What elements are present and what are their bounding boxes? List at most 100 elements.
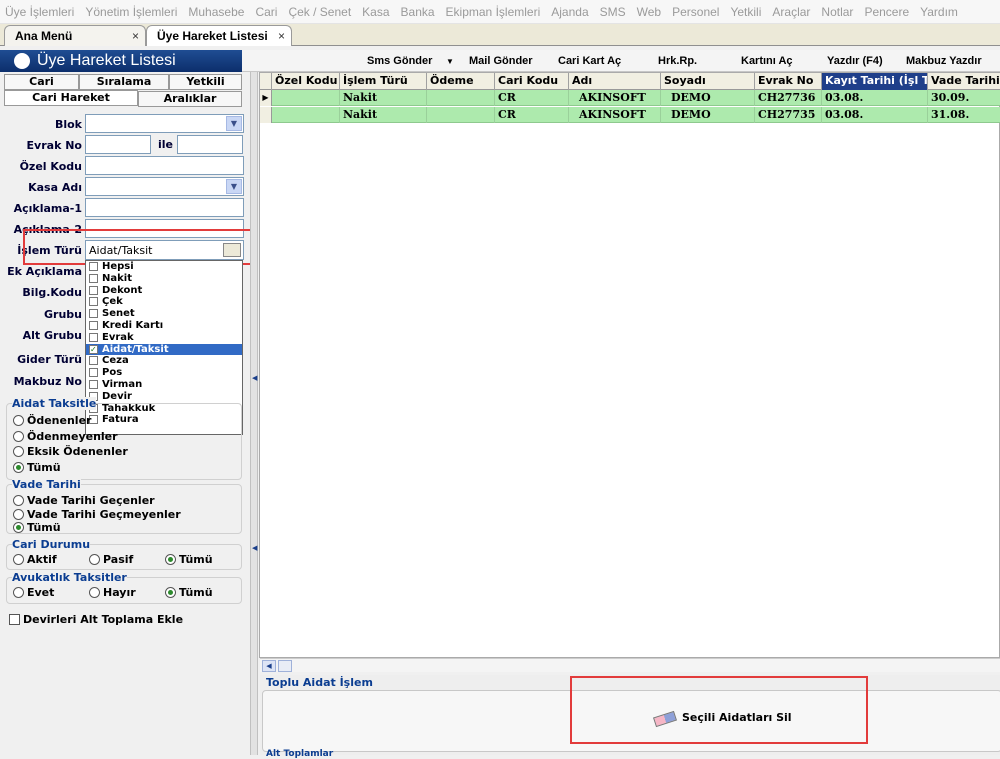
mail-gonder-button[interactable]: Mail Gönder xyxy=(469,55,533,67)
column-header-selected[interactable]: Kayıt Tarihi (İşl Tar) xyxy=(822,73,928,90)
radio-icon[interactable] xyxy=(13,587,24,598)
radio-icon[interactable] xyxy=(89,587,100,598)
table-cell[interactable] xyxy=(427,90,495,106)
column-header[interactable]: Evrak No xyxy=(755,73,822,90)
menu-ajanda[interactable]: Ajanda xyxy=(551,5,588,19)
radio-icon[interactable] xyxy=(165,587,176,598)
radio-vade-gecenler[interactable]: Vade Tarihi Geçenler xyxy=(13,494,155,507)
close-icon[interactable]: × xyxy=(132,29,139,43)
scroll-left-icon[interactable]: ◀ xyxy=(262,660,276,672)
table-cell[interactable]: 03.08. xyxy=(822,107,928,123)
ozel-kodu-input[interactable] xyxy=(85,156,244,175)
panel-splitter[interactable]: ◀ ◀ xyxy=(250,72,258,755)
list-item-selected[interactable]: ✓ Aidat/Taksit xyxy=(86,343,242,356)
column-header[interactable]: Adı xyxy=(569,73,661,90)
list-item[interactable]: Virman xyxy=(86,379,242,391)
table-cell[interactable]: Nakit xyxy=(340,90,427,106)
checkbox-icon[interactable] xyxy=(89,262,98,271)
list-item[interactable]: Pos xyxy=(86,367,242,379)
radio-icon[interactable] xyxy=(89,554,100,565)
tab-cari[interactable]: Cari xyxy=(4,74,79,90)
checkbox-icon[interactable] xyxy=(9,614,20,625)
menu-muhasebe[interactable]: Muhasebe xyxy=(188,5,244,19)
blok-select[interactable]: ▼ xyxy=(85,114,244,133)
column-header[interactable]: Vade Tarihi xyxy=(928,73,1000,90)
table-cell[interactable]: CH27735 xyxy=(755,107,822,123)
checkbox-icon[interactable] xyxy=(89,309,98,319)
radio-aktif[interactable]: Aktif xyxy=(13,553,57,566)
list-item[interactable]: Nakit xyxy=(86,273,242,285)
sms-gonder-button[interactable]: Sms Gönder xyxy=(367,55,432,67)
table-row[interactable]: Nakit CR AKINSOFT DEMO CH27735 03.08. 31… xyxy=(260,107,1000,123)
radio-tumu[interactable]: Tümü xyxy=(165,586,213,599)
list-item[interactable]: Hepsi xyxy=(86,261,242,273)
tab-yetkili[interactable]: Yetkili xyxy=(169,74,242,90)
close-icon[interactable]: × xyxy=(278,29,285,43)
column-header[interactable]: Ödeme xyxy=(427,73,495,90)
radio-icon[interactable] xyxy=(13,446,24,457)
yazdir-button[interactable]: Yazdır (F4) xyxy=(827,55,883,67)
cari-kart-ac-button[interactable]: Cari Kart Aç xyxy=(558,55,621,67)
makbuz-yazdir-button[interactable]: Makbuz Yazdır xyxy=(906,55,982,67)
kasa-adi-select[interactable]: ▼ xyxy=(85,177,244,196)
checkbox-icon[interactable] xyxy=(89,285,98,295)
collapse-left-icon[interactable]: ◀ xyxy=(252,544,257,552)
menu-web[interactable]: Web xyxy=(637,5,661,19)
column-header[interactable]: İşlem Türü xyxy=(340,73,427,90)
radio-eksik-odenenler[interactable]: Eksik Ödenenler xyxy=(13,445,128,458)
list-item[interactable]: Ceza xyxy=(86,355,242,367)
radio-odenenler[interactable]: Ödenenler xyxy=(13,414,91,427)
table-cell[interactable]: 31.08. xyxy=(928,107,1000,123)
table-cell[interactable]: AKINSOFT xyxy=(569,107,661,123)
checkbox-icon[interactable] xyxy=(89,297,98,307)
menu-ekipman[interactable]: Ekipman İşlemleri xyxy=(446,5,541,19)
menu-pencere[interactable]: Pencere xyxy=(864,5,909,19)
menu-personel[interactable]: Personel xyxy=(672,5,719,19)
kartini-ac-button[interactable]: Kartını Aç xyxy=(741,55,793,67)
list-item[interactable]: Devir xyxy=(86,391,242,403)
menu-cek-senet[interactable]: Çek / Senet xyxy=(288,5,351,19)
radio-icon[interactable] xyxy=(13,509,24,520)
radio-vade-gecmeyenler[interactable]: Vade Tarihi Geçmeyenler xyxy=(13,508,181,521)
aciklama1-input[interactable] xyxy=(85,198,244,217)
chevron-down-icon[interactable]: ▼ xyxy=(446,57,454,66)
collapse-left-icon[interactable]: ◀ xyxy=(252,374,257,382)
radio-odenmeyenler[interactable]: Ödenmeyenler xyxy=(13,430,118,443)
table-cell[interactable] xyxy=(427,107,495,123)
table-cell[interactable] xyxy=(272,90,340,106)
menu-yetkili[interactable]: Yetkili xyxy=(730,5,761,19)
table-cell[interactable]: DEMO xyxy=(661,107,755,123)
list-item[interactable]: Evrak xyxy=(86,332,242,344)
list-item[interactable]: Senet xyxy=(86,308,242,320)
evrak-no-to-input[interactable] xyxy=(177,135,243,154)
menu-notlar[interactable]: Notlar xyxy=(821,5,853,19)
hrk-rp-button[interactable]: Hrk.Rp. xyxy=(658,55,697,67)
menu-yardim[interactable]: Yardım xyxy=(920,5,958,19)
table-cell[interactable]: DEMO xyxy=(661,90,755,106)
radio-icon[interactable] xyxy=(13,415,24,426)
radio-icon[interactable] xyxy=(13,495,24,506)
table-cell[interactable]: AKINSOFT xyxy=(569,90,661,106)
table-cell[interactable]: 30.09. xyxy=(928,90,1000,106)
radio-tumu[interactable]: Tümü xyxy=(13,461,61,474)
checkbox-icon[interactable] xyxy=(89,356,98,366)
horizontal-scrollbar[interactable]: ◀ xyxy=(260,658,1000,672)
tab-siralama[interactable]: Sıralama xyxy=(79,74,169,90)
list-item[interactable]: Kredi Kartı xyxy=(86,320,242,332)
radio-icon[interactable] xyxy=(13,554,24,565)
menu-araclar[interactable]: Araçlar xyxy=(772,5,810,19)
chevron-down-icon[interactable]: ▼ xyxy=(226,179,242,194)
check-icon[interactable]: ✓ xyxy=(89,344,98,354)
menu-cari[interactable]: Cari xyxy=(255,5,277,19)
table-cell[interactable] xyxy=(272,107,340,123)
radio-icon[interactable] xyxy=(165,554,176,565)
radio-icon[interactable] xyxy=(13,462,24,473)
tab-araliklar[interactable]: Aralıklar xyxy=(138,91,242,107)
radio-icon[interactable] xyxy=(13,522,24,533)
radio-evet[interactable]: Evet xyxy=(13,586,54,599)
table-cell[interactable]: 03.08. xyxy=(822,90,928,106)
checkbox-icon[interactable] xyxy=(89,273,98,283)
radio-icon[interactable] xyxy=(13,431,24,442)
radio-tumu[interactable]: Tümü xyxy=(165,553,213,566)
table-cell[interactable]: CR xyxy=(495,107,569,123)
